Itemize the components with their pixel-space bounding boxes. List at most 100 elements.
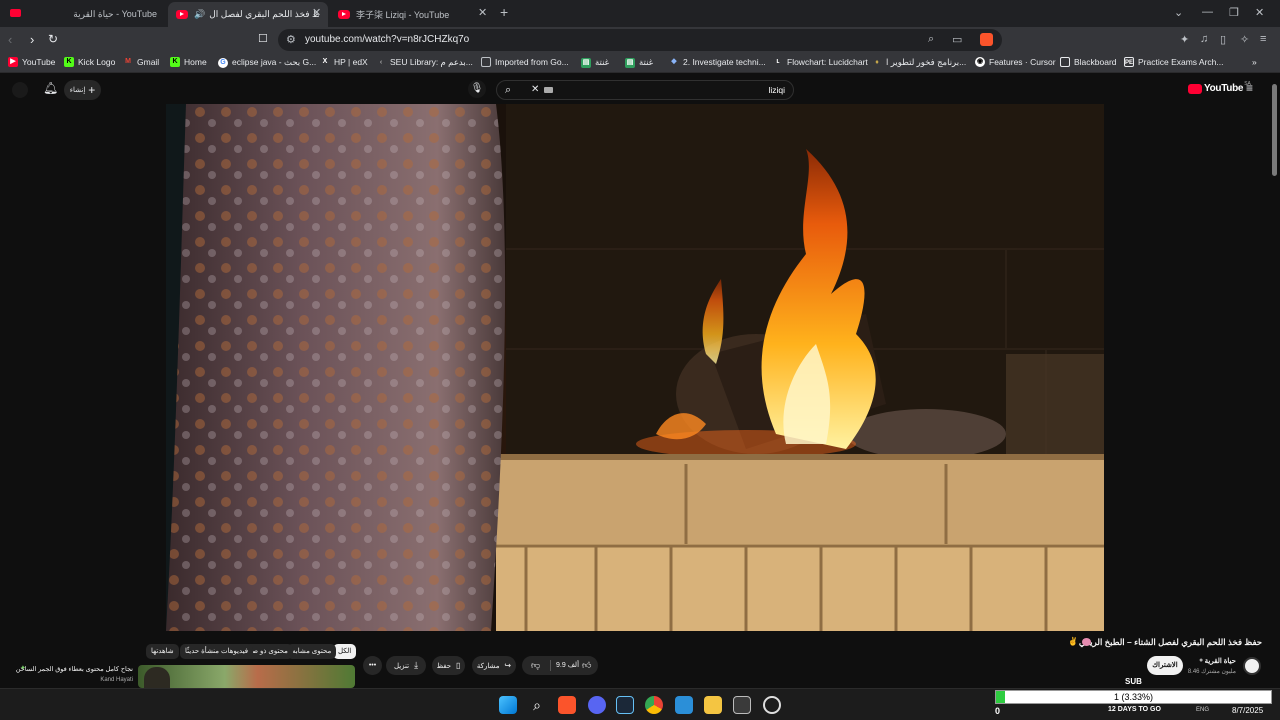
sparkle-icon: ✦ <box>20 665 26 672</box>
discord-icon[interactable] <box>588 696 606 714</box>
new-tab-button[interactable]: + <box>500 4 508 20</box>
bookmark-label: غنتة <box>639 57 654 67</box>
gmail-icon: M <box>125 58 131 65</box>
more-actions-button[interactable]: ••• <box>363 656 382 675</box>
menu-icon[interactable]: ≡ <box>1260 33 1266 45</box>
bookmark-edx[interactable]: X HP | edX <box>320 57 368 67</box>
minimize-icon[interactable]: — <box>1202 6 1213 18</box>
bookmark-label: eclipse java - بحث G... <box>232 57 317 67</box>
app-icon[interactable] <box>763 696 781 714</box>
dislike-icon[interactable]: 👎︎ <box>531 656 540 675</box>
bookmarks-overflow[interactable]: » <box>1252 57 1257 67</box>
bookmark-kick-logo[interactable]: K Kick Logo <box>64 57 115 67</box>
brave-shield-icon[interactable] <box>980 33 993 46</box>
forward-icon[interactable]: › <box>30 32 34 47</box>
youtube-icon: ▶ <box>8 57 18 67</box>
youtube-icon[interactable] <box>10 9 21 17</box>
bookmark-youtube[interactable]: ▶ YouTube <box>8 57 55 67</box>
sidebar-icon[interactable]: ▯ <box>1220 33 1226 46</box>
video-thumbnail[interactable] <box>138 665 355 688</box>
chip-all[interactable]: الكل <box>333 644 357 659</box>
title-emoji-icon: ✌ <box>1068 637 1078 646</box>
back-icon[interactable]: ‹ <box>8 32 12 47</box>
bookmark-gmail[interactable]: M Gmail <box>123 57 159 67</box>
speaker-icon[interactable]: 🔊 <box>194 9 205 20</box>
channel-avatar[interactable] <box>1243 657 1261 675</box>
bookmark-label: Blackboard <box>1074 57 1117 67</box>
close-window-icon[interactable]: ✕ <box>1255 6 1264 19</box>
site-info-icon[interactable]: ⚙ <box>286 33 296 46</box>
leo-ai-icon[interactable]: ✧ <box>1240 33 1249 46</box>
keyboard-icon[interactable] <box>544 87 553 93</box>
avatar[interactable] <box>12 82 28 98</box>
download-button[interactable]: تنزيل ⤓ <box>386 656 426 675</box>
maximize-icon[interactable]: ❐ <box>1229 6 1239 19</box>
close-tab-icon[interactable]: ✕ <box>312 6 321 19</box>
subscribe-button[interactable]: الاشتراك <box>1147 656 1183 675</box>
search-box[interactable]: ⌕ ✕ liziqi <box>496 80 794 100</box>
bookmark-lucidchart[interactable]: ʟ Flowchart: Lucidchart <box>773 57 867 67</box>
voice-search-icon[interactable]: 🎙︎ <box>468 80 486 98</box>
bookmark-blackboard[interactable]: Blackboard <box>1060 57 1117 67</box>
create-button[interactable]: إنشاء + <box>64 80 101 100</box>
bookmark-eclipse[interactable]: Geclipse java - بحث G... <box>218 57 316 68</box>
bookmark-practice-exams[interactable]: PE Practice Exams Arch... <box>1124 57 1224 67</box>
unity-icon[interactable] <box>733 696 751 714</box>
save-button[interactable]: حفظ ▯ <box>432 656 465 675</box>
youtube-logo[interactable]: YouTube SA <box>1188 81 1251 94</box>
bookmark-sheet-2[interactable]: ▤ غنتة <box>625 57 653 68</box>
music-icon[interactable]: ♫ <box>1200 33 1208 45</box>
clock-date[interactable]: 8/7/2025 <box>1232 706 1263 715</box>
bookmark-page-icon[interactable]: ☐ <box>258 32 268 45</box>
chip-watched[interactable]: شاهدتها <box>146 644 179 659</box>
tab-search-icon[interactable]: ⌄ <box>1174 6 1183 19</box>
like-count[interactable]: 9.9 ألف <box>556 656 579 675</box>
tab-active-video[interactable]: 🔊 حفظ فخذ اللحم البقري لفصل ال... <box>168 2 328 27</box>
tab-liziqi[interactable]: 李子柒 Liziqi - YouTube <box>338 2 488 27</box>
share-button[interactable]: مشاركة ↪ <box>472 656 516 675</box>
photos-icon[interactable] <box>675 696 693 714</box>
like-icon[interactable]: 👍︎ <box>582 656 591 675</box>
share-label: مشاركة <box>476 663 500 670</box>
bookmark-seu-library[interactable]: ‹ SEU Library: بدعم م... <box>376 57 473 68</box>
url-field[interactable]: youtube.com/watch?v=n8rJCHZkq7o <box>305 34 469 45</box>
windows-start-icon[interactable] <box>499 696 517 714</box>
search-icon[interactable]: ⌕ <box>528 696 546 714</box>
bookmark-cursor[interactable]: ◉ Features · Cursor <box>975 57 1056 67</box>
extensions-icon[interactable]: ✦ <box>1180 33 1189 46</box>
clear-search-icon[interactable]: ✕ <box>531 84 539 95</box>
hamburger-menu-icon[interactable]: ≡ <box>1246 81 1253 95</box>
bookmark-home[interactable]: K Home <box>170 57 207 67</box>
bookmark-proud-program[interactable]: ♦ برنامج فخور لتطوير ا... <box>872 57 966 68</box>
recommended-video[interactable]: نجاح كامل محتوى بعطاء فوق الجمر الساخن ✦… <box>10 663 355 688</box>
video-player[interactable] <box>166 104 1104 631</box>
progress-text: 1 (3.33%) <box>1113 692 1154 702</box>
channel-name[interactable]: حياة القرية <box>1205 657 1236 665</box>
chip-recently-uploaded[interactable]: فيديوهات منشأة حديثًا <box>180 644 254 659</box>
brave-browser-icon[interactable] <box>558 696 576 714</box>
tray-language[interactable]: ENG <box>1196 707 1209 713</box>
bookmark-label: HP | edX <box>334 57 368 67</box>
cast-icon[interactable]: ▭ <box>952 33 962 46</box>
google-icon: G <box>218 57 228 68</box>
counter-left: 0 <box>995 706 1001 716</box>
tab-village-life[interactable]: حياة القرية - YouTube <box>28 2 163 27</box>
reload-icon[interactable]: ↻ <box>48 32 58 46</box>
chrome-icon[interactable] <box>645 696 663 714</box>
video-info-panel: الكل محتوى مشابه محتوى ذو صلة فيديوهات م… <box>0 631 1280 688</box>
search-input[interactable]: liziqi <box>768 85 785 95</box>
bookmark-imported-folder[interactable]: Imported from Go... <box>481 57 569 67</box>
steam-icon[interactable] <box>616 696 634 714</box>
chip-similar[interactable]: محتوى مشابه <box>287 644 337 659</box>
omnibox[interactable]: ⚙ youtube.com/watch?v=n8rJCHZkq7o ⌕ ▭ <box>278 29 1002 51</box>
search-icon[interactable]: ⌕ <box>505 84 511 97</box>
close-tab-icon[interactable]: ✕ <box>478 6 487 19</box>
bookmark-sheet-1[interactable]: ▤ غنتة <box>581 57 609 68</box>
countdown-text: 12 DAYS TO GO <box>1108 706 1161 713</box>
page-scrollbar[interactable] <box>1272 84 1277 176</box>
bell-icon[interactable]: 🔔︎ <box>43 81 58 95</box>
zoom-icon[interactable]: ⌕ <box>928 33 934 46</box>
tab-label: حفظ فخذ اللحم البقري لفصل ال... <box>209 9 320 19</box>
bookmark-investigate[interactable]: ◆ 2. Investigate techni... <box>669 57 765 67</box>
file-explorer-icon[interactable] <box>704 696 722 714</box>
